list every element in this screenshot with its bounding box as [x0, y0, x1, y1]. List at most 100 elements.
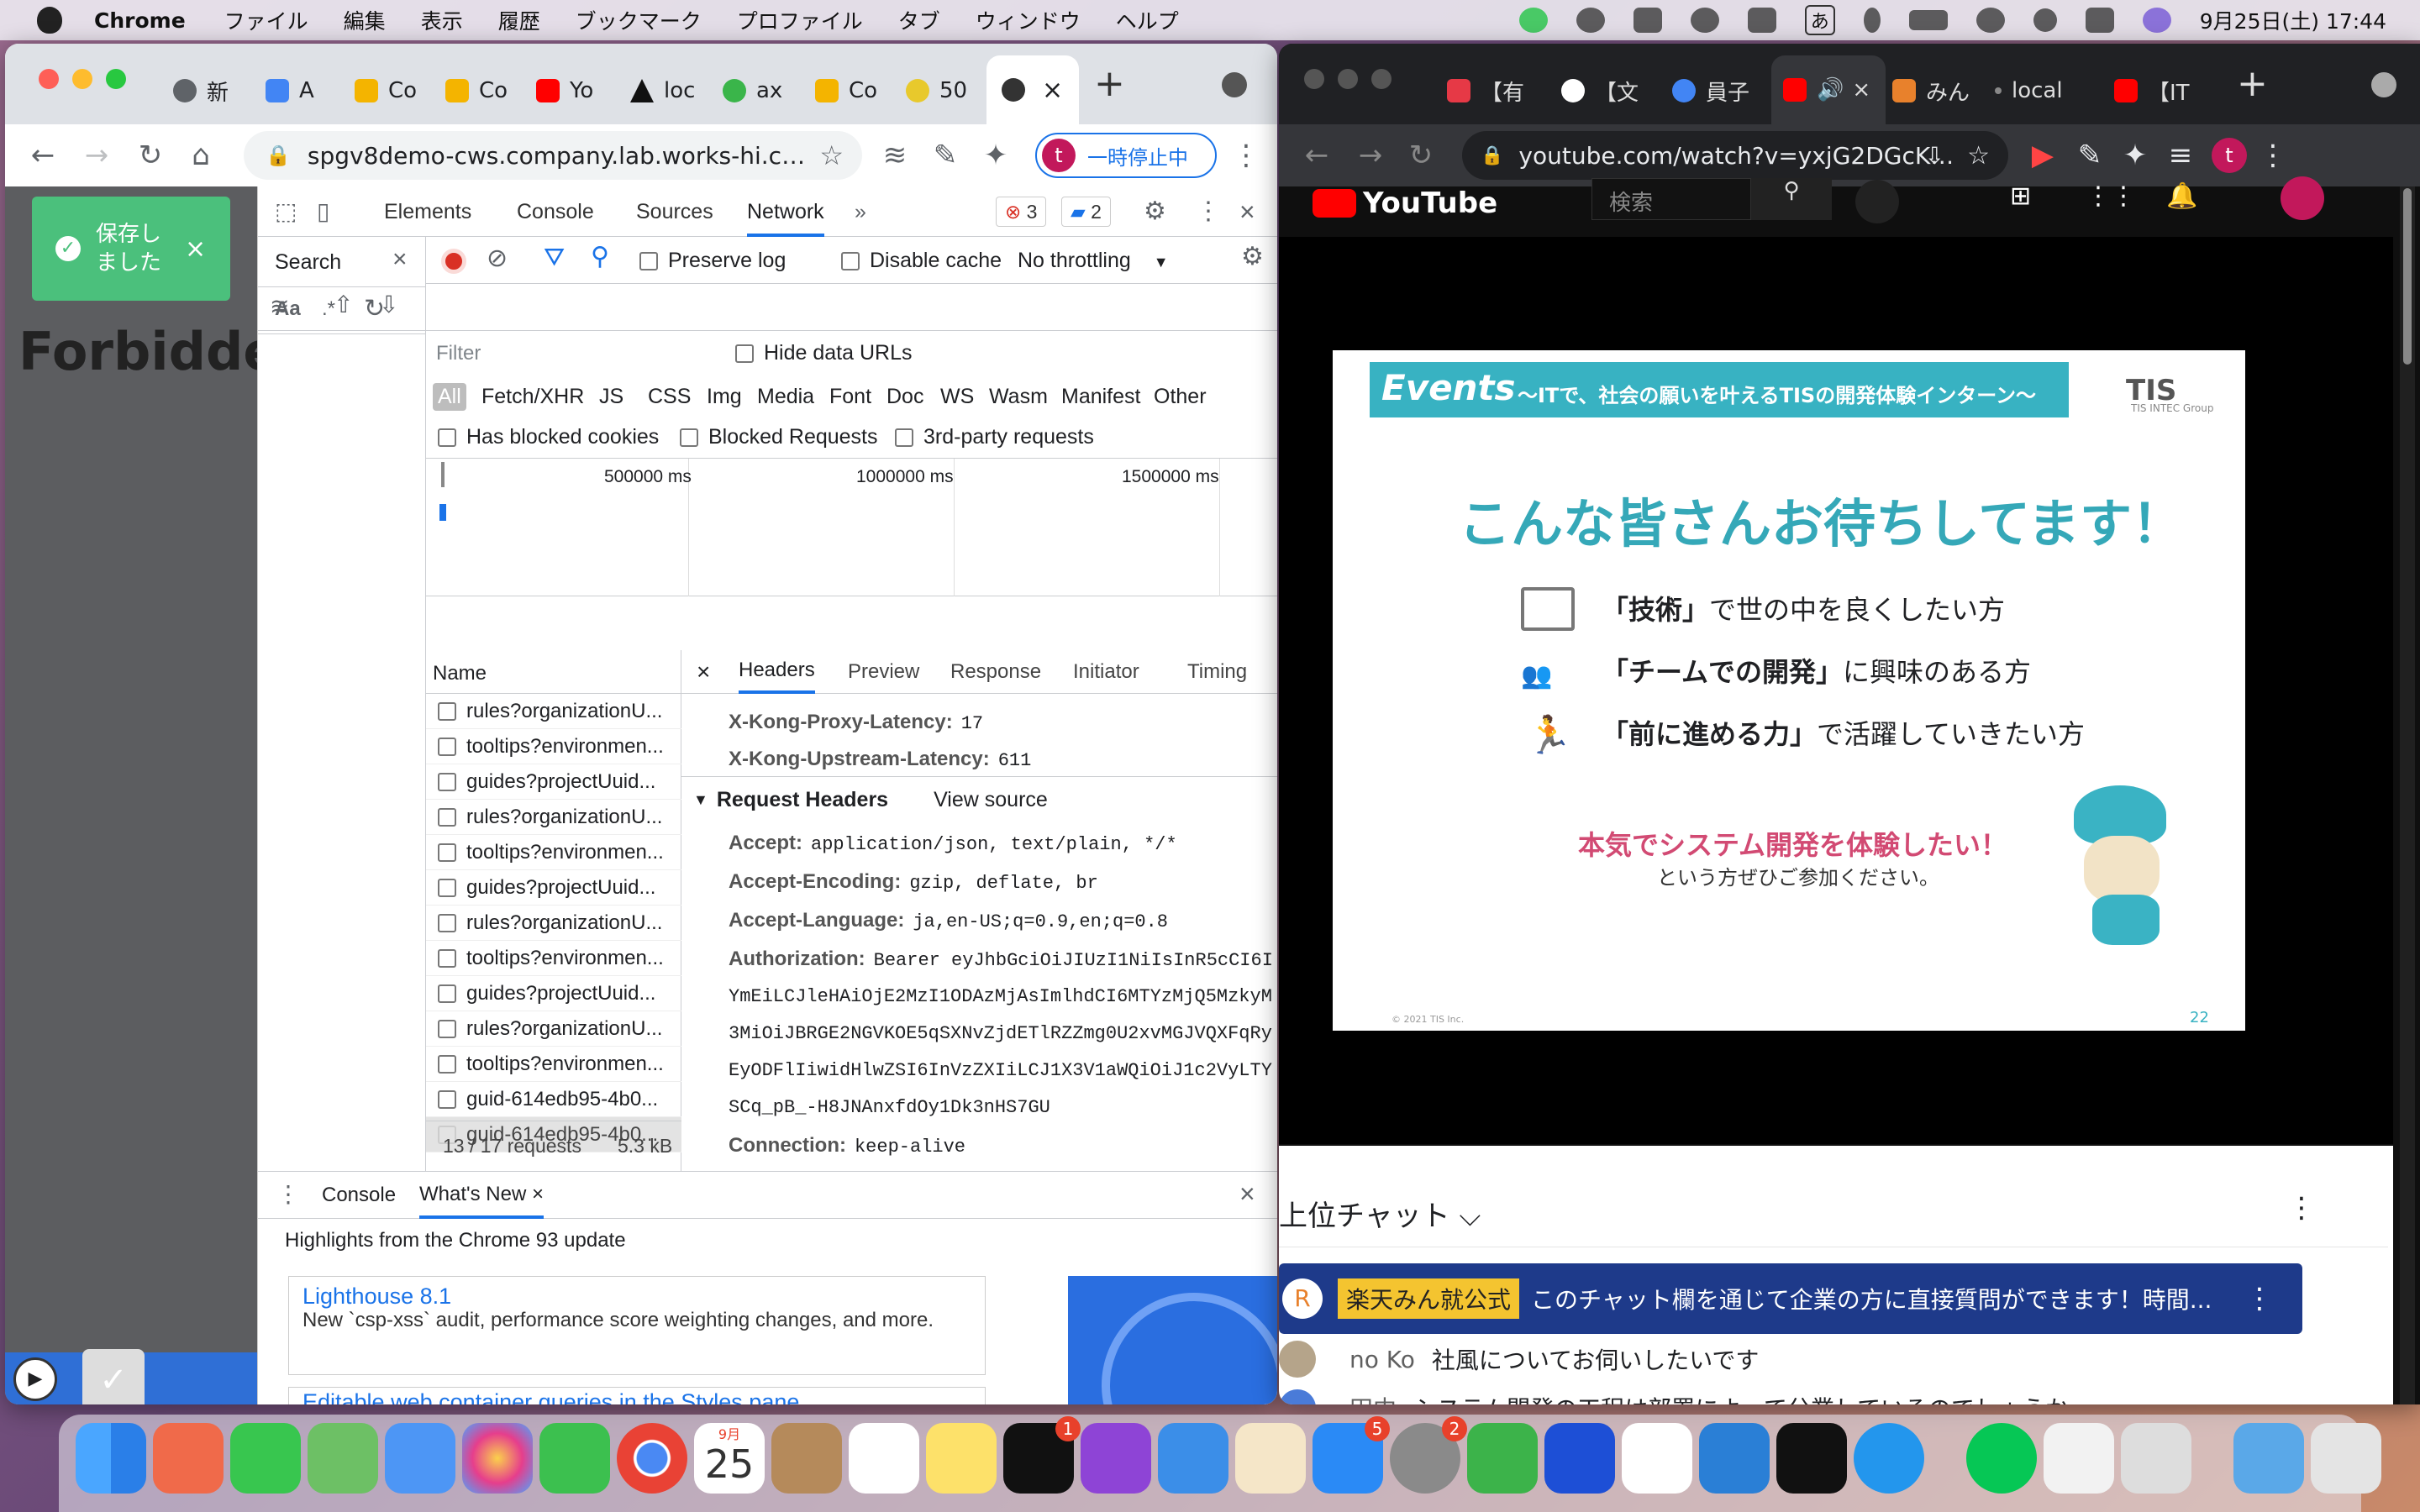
docker-status-icon[interactable] — [1633, 8, 1662, 33]
network-settings-icon[interactable]: ⚙ — [1241, 242, 1264, 271]
photos-icon[interactable] — [462, 1423, 533, 1494]
settings-gear-icon[interactable]: ⚙ — [1144, 186, 1166, 237]
check-icon[interactable]: ✓ — [82, 1349, 145, 1404]
forward-icon[interactable]: → — [1355, 139, 1386, 171]
card-title[interactable]: Editable web container queries in the St… — [302, 1389, 971, 1404]
browser-tab[interactable]: Yo — [536, 64, 620, 118]
video-player[interactable]: Events 〜ITで、社会の願いを叶えるTISの開発体験インターン〜 TIS … — [1279, 237, 2393, 1144]
network-overview[interactable]: 500000 ms 1000000 ms 1500000 ms — [426, 459, 1277, 596]
new-tab-icon[interactable]: + — [2237, 62, 2268, 105]
whats-new-card[interactable]: Lighthouse 8.1 New `csp-xss` audit, perf… — [288, 1276, 986, 1375]
screen-record-icon[interactable] — [1576, 8, 1605, 33]
filter-manifest[interactable]: Manifest — [1061, 385, 1140, 409]
devtools-menu-icon[interactable]: ⋮ — [1196, 186, 1221, 237]
jira-icon[interactable] — [1544, 1423, 1615, 1494]
whats-new-card[interactable]: Editable web container queries in the St… — [288, 1387, 986, 1404]
filter-wasm[interactable]: Wasm — [989, 385, 1048, 409]
request-row[interactable]: rules?organizationU... — [426, 1011, 681, 1047]
tab-search-icon[interactable] — [1222, 72, 1247, 97]
facetime-icon[interactable] — [539, 1423, 610, 1494]
request-row[interactable]: tooltips?environmen... — [426, 941, 681, 976]
create-video-icon[interactable]: ⊞ — [2010, 181, 2031, 211]
filter-doc[interactable]: Doc — [886, 385, 923, 409]
address-text[interactable]: youtube.com/watch?v=yxjG2DGcKF8 — [1518, 142, 1955, 170]
request-row[interactable]: guid-614edb95-4b0... — [426, 1082, 681, 1117]
line-icon[interactable] — [1966, 1423, 2037, 1494]
filter-icon[interactable]: ⛛ — [544, 244, 565, 272]
vscode-icon[interactable] — [1699, 1423, 1770, 1494]
zoom-window-button[interactable] — [106, 69, 126, 89]
preserve-log-checkbox[interactable]: Preserve log — [639, 249, 786, 273]
chat-menu-icon[interactable]: ⋮ — [2287, 1191, 2316, 1225]
filter-img[interactable]: Img — [707, 385, 742, 409]
speaker-icon[interactable]: 🔊 — [1817, 77, 1844, 102]
youtube-extension-icon[interactable]: ▶ — [2027, 139, 2059, 171]
forward-icon[interactable]: → — [81, 139, 113, 171]
request-headers-section[interactable]: ▼ Request Headers View source — [693, 788, 1048, 812]
profile-paused-button[interactable]: t 一時停止中 — [1035, 133, 1217, 178]
request-row[interactable]: rules?organizationU... — [426, 906, 681, 941]
extensions-puzzle-icon[interactable]: ✦ — [980, 139, 1012, 171]
drawer-menu-icon[interactable]: ⋮ — [276, 1180, 300, 1208]
filter-css[interactable]: CSS — [648, 385, 691, 409]
page-scrollbar[interactable] — [2400, 186, 2415, 1404]
request-row[interactable]: guides?projectUuid... — [426, 870, 681, 906]
menu-help[interactable]: ヘルプ — [1116, 5, 1179, 35]
zoom-window-button[interactable] — [1371, 69, 1392, 89]
filter-input[interactable]: Filter — [426, 338, 703, 370]
chrome-icon[interactable] — [617, 1423, 687, 1494]
tab-preview[interactable]: Preview — [848, 660, 919, 684]
browser-tab-active[interactable]: × — [986, 55, 1079, 124]
filter-js[interactable]: JS — [599, 385, 623, 409]
request-row[interactable]: tooltips?environmen... — [426, 729, 681, 764]
pinned-message[interactable]: R 楽天みん就公式 このチャット欄を通じて企業の方に直接質問ができます！時間..… — [1279, 1263, 2302, 1334]
tab-initiator[interactable]: Initiator — [1073, 660, 1139, 684]
app-store-icon[interactable]: 5 — [1313, 1416, 1390, 1494]
textedit-icon[interactable] — [2044, 1423, 2114, 1494]
browser-tab-active[interactable]: 🔊 × — [1771, 55, 1886, 124]
address-text[interactable]: spgv8demo-cws.company.lab.works-hi.co... — [308, 142, 812, 170]
bookmark-star-icon[interactable]: ☆ — [819, 139, 844, 171]
device-toolbar-icon[interactable]: ▯ — [317, 186, 329, 237]
drawer-tab-whats-new[interactable]: What's New × — [419, 1172, 544, 1219]
youtube-logo[interactable]: YouTube — [1313, 186, 1497, 220]
inspect-element-icon[interactable]: ⬚ — [275, 186, 297, 237]
apple-menu-icon[interactable] — [37, 7, 62, 34]
hide-data-urls-checkbox[interactable]: Hide data URLs — [735, 341, 912, 365]
minimize-window-button[interactable] — [1338, 69, 1358, 89]
reload-icon[interactable]: ↻ — [1405, 139, 1437, 171]
messages-icon[interactable] — [230, 1423, 301, 1494]
numbers-icon[interactable] — [1467, 1423, 1538, 1494]
filter-ws[interactable]: WS — [940, 385, 974, 409]
menu-view[interactable]: 表示 — [421, 5, 463, 35]
menu-tab[interactable]: タブ — [898, 5, 940, 35]
chat-mode-selector[interactable]: 上位チャット ⌵ — [1279, 1193, 1481, 1234]
notifications-bell-icon[interactable]: 🔔 — [2166, 181, 2197, 211]
tab-search-icon[interactable] — [2371, 72, 2396, 97]
name-column-header[interactable]: Name — [426, 650, 681, 694]
browser-tab[interactable]: A — [266, 64, 348, 118]
siri-icon[interactable] — [2142, 8, 2171, 33]
tab-response[interactable]: Response — [950, 660, 1041, 684]
play-status-icon[interactable] — [1690, 8, 1719, 33]
tab-network[interactable]: Network — [747, 186, 824, 237]
menu-window[interactable]: ウィンドウ — [976, 5, 1081, 35]
tab-sources[interactable]: Sources — [636, 186, 713, 237]
request-row[interactable]: rules?organizationU... — [426, 800, 681, 835]
home-icon[interactable]: ⌂ — [185, 139, 217, 171]
menu-app-name[interactable]: Chrome — [94, 8, 186, 33]
tab-headers[interactable]: Headers — [739, 650, 815, 694]
request-row[interactable]: guides?projectUuid... — [426, 764, 681, 800]
tab-console[interactable]: Console — [517, 186, 594, 237]
third-party-checkbox[interactable]: 3rd-party requests — [895, 425, 1094, 449]
downloads-folder-icon[interactable] — [2233, 1423, 2304, 1494]
user-avatar[interactable] — [2281, 176, 2324, 220]
message-count-badge[interactable]: ▰ 2 — [1061, 197, 1111, 227]
menu-bookmarks[interactable]: ブックマーク — [576, 5, 702, 35]
pinned-menu-icon[interactable]: ⋮ — [2245, 1282, 2274, 1315]
filter-media[interactable]: Media — [757, 385, 814, 409]
close-devtools-icon[interactable]: × — [1239, 186, 1255, 237]
finder-icon[interactable] — [76, 1423, 146, 1494]
tab-close-icon[interactable]: × — [1852, 77, 1870, 102]
apps-grid-icon[interactable]: ⋮⋮ — [2086, 181, 2136, 211]
